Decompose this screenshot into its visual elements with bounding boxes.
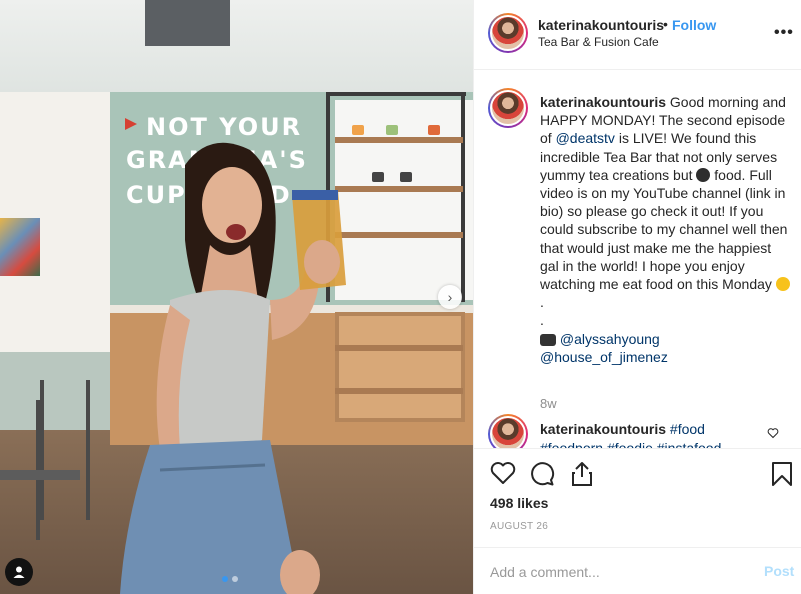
avatar-image [490, 90, 526, 126]
follow-button[interactable]: Follow [672, 17, 716, 33]
laughing-emoji-icon [775, 277, 790, 292]
comment-input[interactable] [490, 562, 740, 582]
post-photo[interactable]: NOT YOUR GRANDMA'S CUPBOARD › [0, 0, 473, 594]
camera-emoji-icon [540, 333, 556, 346]
woman-figure [120, 142, 346, 594]
post-actions: 498 likes AUGUST 26 Post [474, 448, 801, 594]
heart-icon[interactable] [490, 461, 516, 485]
comment-hashtags[interactable]: #foodporn #foodie #instafood [540, 440, 721, 448]
carousel-dot [232, 576, 238, 582]
chevron-right-icon: › [447, 289, 453, 305]
add-comment-bar: Post [474, 547, 801, 594]
bomb-emoji-icon [696, 167, 711, 182]
author-avatar[interactable] [488, 13, 528, 53]
caption-username[interactable]: katerinakountouris [540, 94, 666, 110]
user-icon [13, 566, 25, 578]
header-separator: • [663, 16, 668, 32]
avatar-image [490, 416, 526, 448]
likes-count[interactable]: 498 likes [490, 495, 548, 511]
comment-avatar[interactable] [488, 414, 528, 448]
caption-text: food. Full video is on my YouTube channe… [540, 166, 788, 293]
caption-avatar[interactable] [488, 88, 528, 128]
caption-dot: . [540, 294, 544, 311]
author-username[interactable]: katerinakountouris [538, 17, 664, 33]
avatar-image [490, 15, 526, 51]
caption-timestamp: 8w [540, 396, 557, 411]
comment-icon[interactable] [529, 461, 555, 487]
share-icon[interactable] [570, 461, 594, 487]
carousel-indicator [222, 576, 238, 582]
like-comment-icon[interactable] [767, 427, 779, 439]
post-caption: katerinakountouris Good morning and HAPP… [540, 93, 790, 366]
carousel-next-button[interactable]: › [438, 285, 462, 309]
post-details-panel: katerinakountouris • Follow Tea Bar & Fu… [473, 0, 801, 594]
comment-item: katerinakountouris #food [540, 420, 770, 438]
mention-link[interactable]: @alyssahyoung [560, 331, 660, 347]
carousel-dot-active [222, 576, 228, 582]
post-comment-button[interactable]: Post [764, 563, 794, 579]
hashtag-link[interactable]: #food [670, 421, 705, 437]
post-header: katerinakountouris • Follow Tea Bar & Fu… [474, 0, 801, 70]
post-date: AUGUST 26 [490, 521, 549, 532]
location-link[interactable]: Tea Bar & Fusion Cafe [538, 35, 659, 49]
tagged-users-button[interactable] [5, 558, 33, 586]
comment-username[interactable]: katerinakountouris [540, 421, 666, 437]
mention-link[interactable]: @deatstv [556, 130, 615, 146]
more-options-icon[interactable]: ••• [774, 24, 794, 42]
comments-section[interactable]: katerinakountouris Good morning and HAPP… [474, 70, 801, 448]
caption-dot: . [540, 312, 544, 329]
mention-link[interactable]: @house_of_jimenez [540, 349, 668, 365]
bookmark-icon[interactable] [771, 461, 793, 487]
